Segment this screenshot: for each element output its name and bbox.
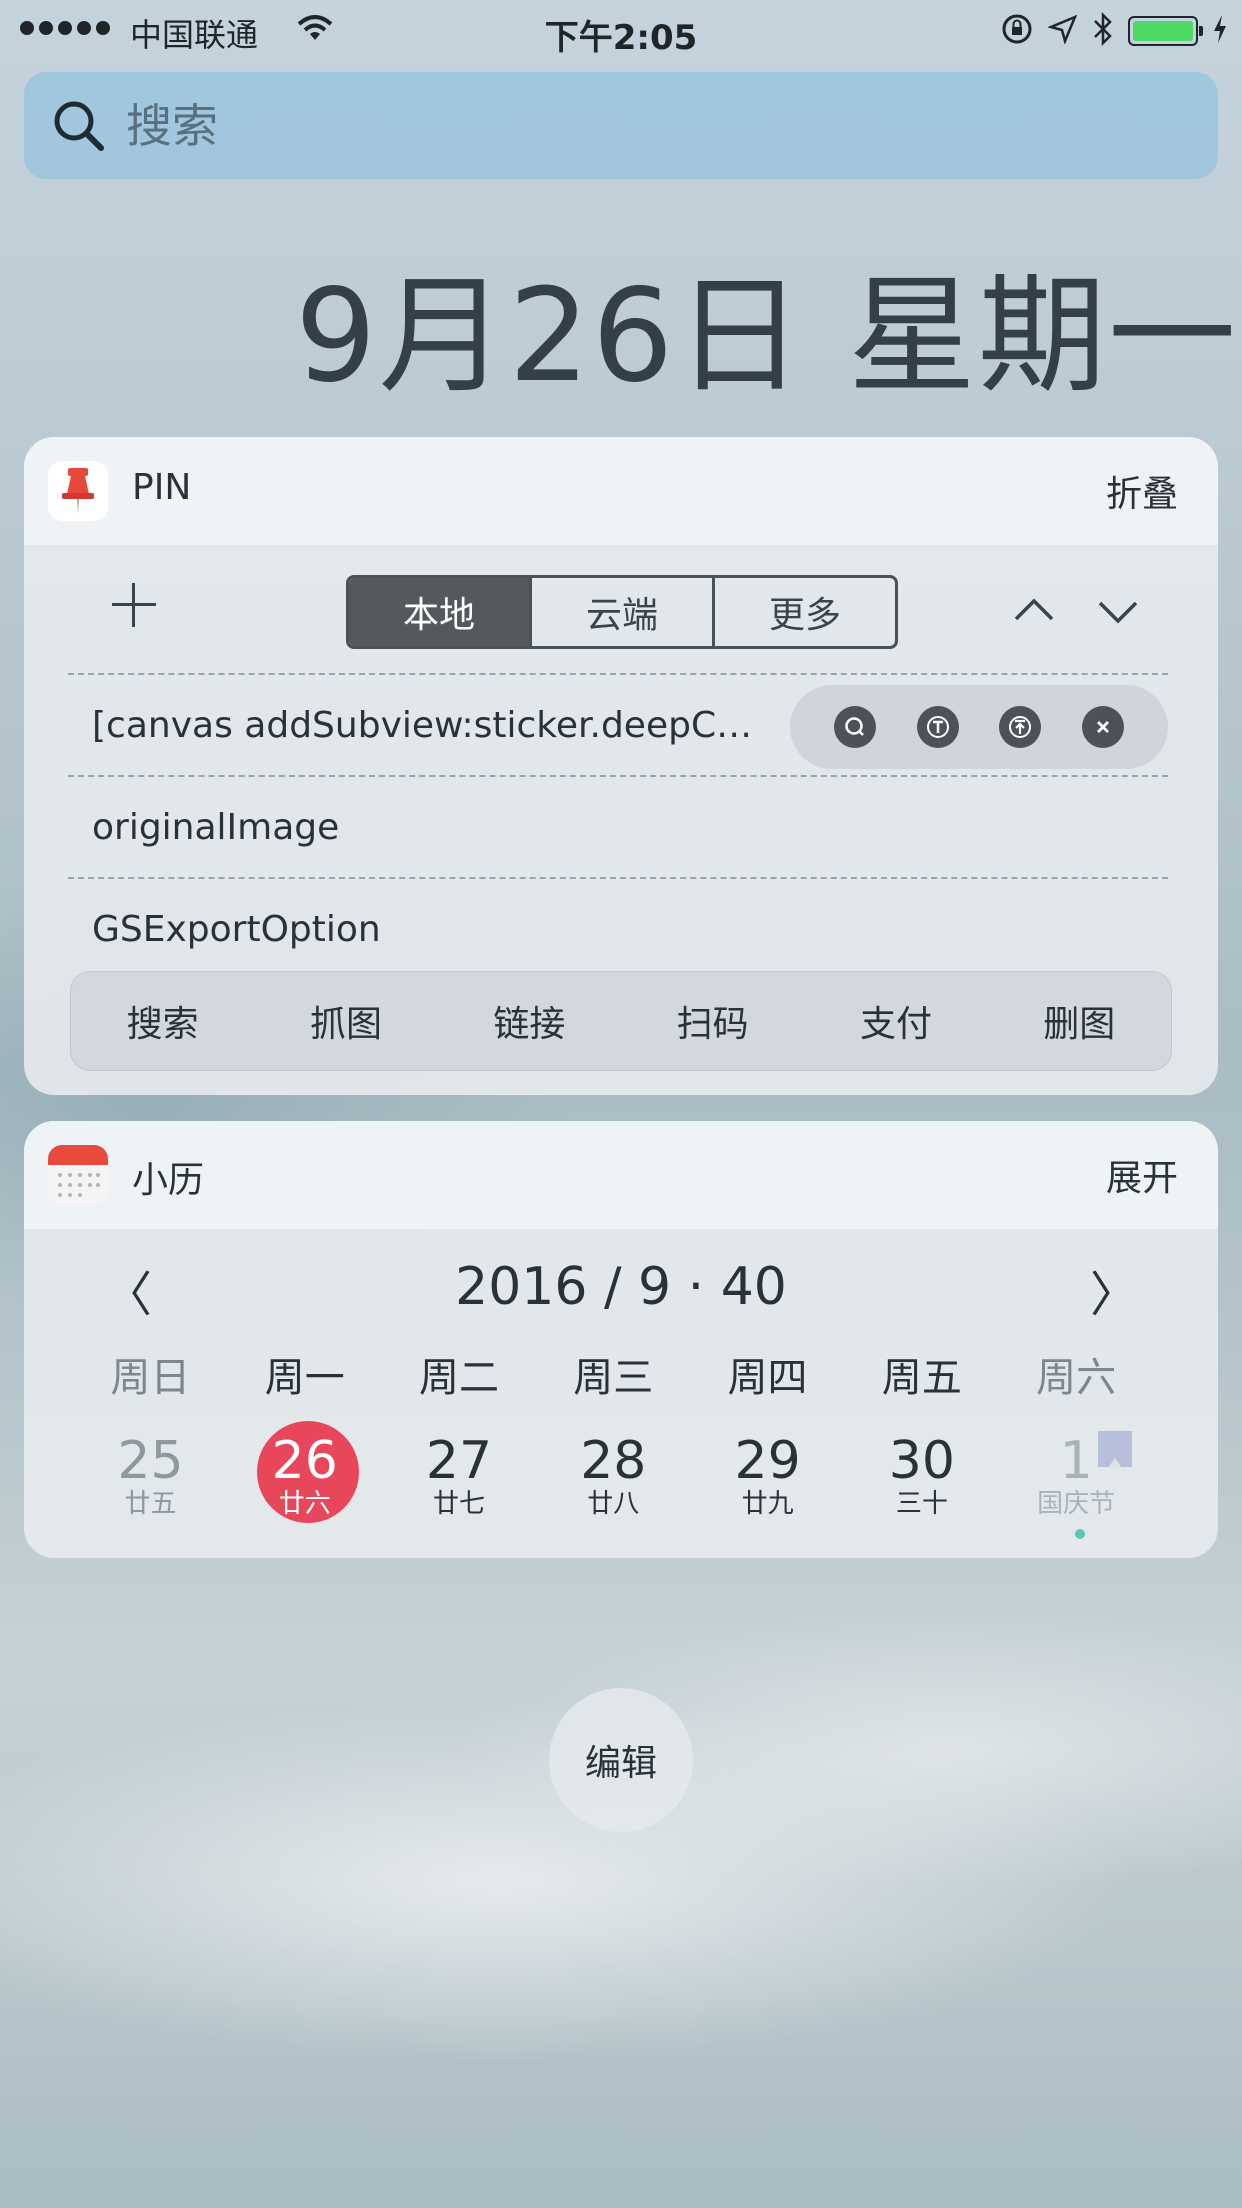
lunar-date: 廿八 (587, 1489, 640, 1519)
holiday-bookmark-icon (1097, 1431, 1132, 1468)
segment-local[interactable]: 本地 (349, 578, 529, 646)
segment-more[interactable]: 更多 (712, 578, 895, 646)
list-item[interactable]: [canvas addSubview:sticker.deepCopy] (68, 673, 1168, 775)
tool-scan-button[interactable]: 扫码 (677, 995, 749, 1047)
calendar-day[interactable]: 29 廿九 (694, 1419, 841, 1539)
pin-toolbar: 搜索 抓图 链接 扫码 支付 删图 (70, 971, 1172, 1071)
calendar-app-icon (48, 1145, 108, 1205)
orientation-lock-icon (1000, 12, 1034, 50)
day-number: 29 (734, 1431, 801, 1491)
scroll-down-button[interactable] (1088, 581, 1148, 641)
chevron-up-icon (1014, 598, 1054, 621)
calendar-day[interactable]: 27 廿七 (386, 1419, 533, 1539)
weekday-label: 周三 (573, 1355, 654, 1401)
add-pin-button[interactable] (104, 575, 164, 635)
segment-cloud[interactable]: 云端 (529, 578, 712, 646)
pin-widget: PIN 折叠 本地 云端 更多 [canvas addSubview:stick… (24, 437, 1218, 1095)
tool-delete-image-button[interactable]: 删图 (1043, 995, 1115, 1047)
weekday-label: 周五 (881, 1355, 962, 1401)
day-number: 26 (271, 1431, 338, 1491)
calendar-widget-title: 小历 (132, 1160, 205, 1201)
calendar-widget: 小历 展开 〈 2016 / 9 · 40 〉 周日 周一 周二 周三 周四 周… (24, 1121, 1218, 1558)
list-item[interactable]: originalImage (68, 775, 1168, 877)
calendar-widget-header: 小历 展开 (24, 1121, 1218, 1229)
pin-item-text: originalImage (92, 806, 340, 848)
chevron-down-icon (1098, 601, 1138, 624)
event-dot (1074, 1529, 1085, 1539)
charging-bolt-icon (1212, 14, 1228, 48)
location-arrow-icon (1047, 14, 1078, 48)
lunar-date: 廿六 (278, 1489, 331, 1519)
weekday-label: 周六 (1036, 1355, 1117, 1401)
source-segmented-control: 本地 云端 更多 (346, 575, 898, 649)
next-week-button[interactable]: 〉 (1090, 1255, 1138, 1325)
date-header: 9月26日 星期一 (295, 262, 1239, 411)
search-bar[interactable] (24, 72, 1218, 179)
close-icon[interactable] (1081, 706, 1124, 748)
lunar-date: 三十 (895, 1489, 948, 1519)
scroll-up-button[interactable] (1004, 581, 1064, 641)
search-icon (44, 91, 114, 161)
edit-button[interactable]: 编辑 (549, 1688, 693, 1832)
day-number: 1 (1059, 1431, 1093, 1491)
bluetooth-icon (1092, 11, 1114, 50)
pin-list: [canvas addSubview:sticker.deepCopy] ori… (68, 673, 1168, 979)
calendar-day-today[interactable]: 26 廿六 (231, 1419, 378, 1539)
tool-grab-image-button[interactable]: 抓图 (310, 995, 382, 1047)
calendar-month-title: 2016 / 9 · 40 (455, 1257, 787, 1317)
lunar-date: 廿九 (741, 1489, 794, 1519)
pin-widget-header: PIN 折叠 (24, 437, 1218, 545)
day-number: 30 (888, 1431, 955, 1491)
lunar-date: 廿七 (433, 1489, 486, 1519)
weekday-header: 周日 周一 周二 周三 周四 周五 周六 (77, 1345, 1157, 1403)
pin-item-text: GSExportOption (92, 908, 381, 950)
calendar-day[interactable]: 30 三十 (848, 1419, 995, 1539)
weekday-label: 周二 (419, 1355, 499, 1401)
collapse-button[interactable]: 折叠 (1106, 465, 1178, 517)
battery-icon (1128, 16, 1203, 46)
weekday-label: 周日 (110, 1355, 191, 1401)
expand-button[interactable]: 展开 (1106, 1149, 1178, 1201)
tool-link-button[interactable]: 链接 (493, 995, 565, 1047)
lunar-date: 国庆节 (1037, 1489, 1116, 1519)
day-number: 28 (580, 1431, 647, 1491)
weekday-label: 周一 (264, 1355, 345, 1401)
day-number: 27 (425, 1431, 493, 1491)
calendar-day-holiday[interactable]: 1 国庆节 (1003, 1419, 1150, 1539)
calendar-day[interactable]: 25 廿五 (77, 1419, 224, 1539)
search-input[interactable] (126, 98, 1026, 153)
list-item[interactable]: GSExportOption (68, 877, 1168, 979)
day-number: 25 (117, 1431, 184, 1491)
pin-widget-title: PIN (132, 467, 192, 508)
pin-app-icon (48, 461, 108, 521)
search-icon[interactable] (834, 706, 877, 748)
weekday-label: 周四 (727, 1355, 808, 1401)
status-bar: 中国联通 下午2:05 (0, 0, 1242, 60)
calendar-day[interactable]: 28 廿八 (540, 1419, 687, 1539)
pin-item-text: [canvas addSubview:sticker.deepCopy] (92, 704, 772, 746)
tool-search-button[interactable]: 搜索 (127, 995, 199, 1047)
text-icon[interactable] (916, 706, 959, 748)
row-actions (790, 685, 1168, 769)
lunar-date: 廿五 (124, 1489, 177, 1519)
pin-top-icon[interactable] (999, 706, 1042, 748)
week-days: 25 廿五 26 廿六 27 廿七 28 廿八 29 廿九 30 三十 1 国庆… (77, 1419, 1157, 1539)
tool-pay-button[interactable]: 支付 (860, 995, 932, 1047)
